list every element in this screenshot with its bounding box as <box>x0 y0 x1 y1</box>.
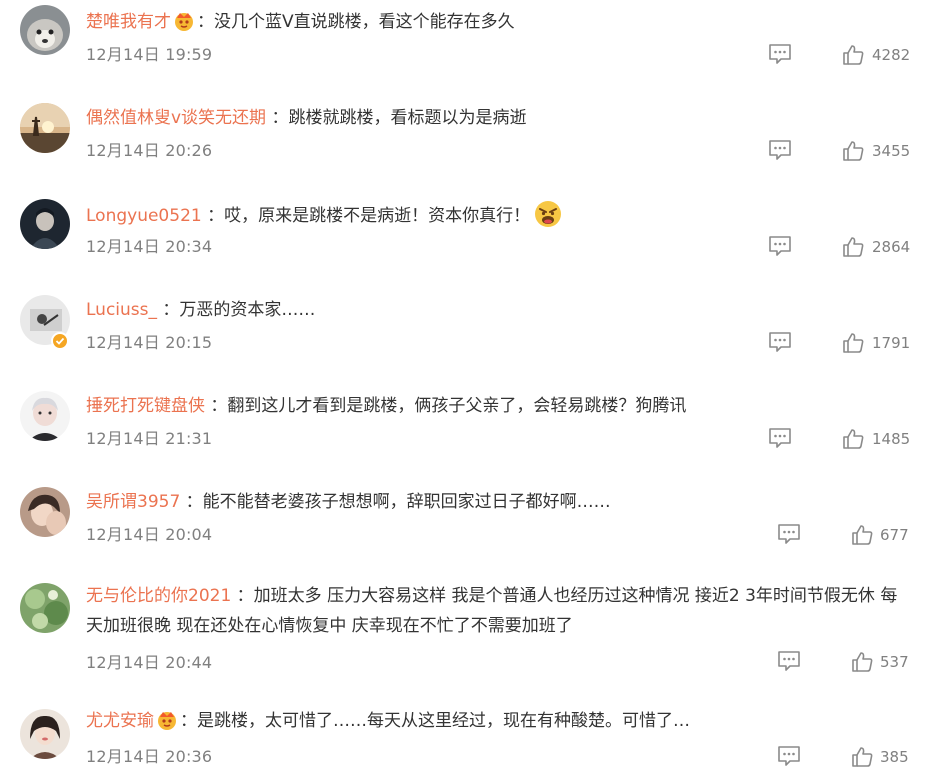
comment-item: 捶死打死键盘侠 ：翻到这儿才看到是跳楼，俩孩子父亲了，会轻易跳楼？狗腾讯 12月… <box>0 384 938 480</box>
comment-item: 楚唯我有才 ：没几个蓝V直说跳楼，看这个能存在多久 12月14日 19:59 42… <box>0 0 938 96</box>
comment-text-line: 偶然值林叟v谈笑无还期 ：跳楼就跳楼，看标题以为是病逝 <box>86 104 914 132</box>
comment-date: 12月14日 20:15 <box>86 333 213 352</box>
comment-text-line: 捶死打死键盘侠 ：翻到这儿才看到是跳楼，俩孩子父亲了，会轻易跳楼？狗腾讯 <box>86 392 914 420</box>
comment-date: 12月14日 20:04 <box>86 525 213 544</box>
thumbs-up-icon[interactable] <box>851 651 873 677</box>
comment-item: Luciuss_ ：万恶的资本家…… 12月14日 20:15 1791 <box>0 288 938 384</box>
comment-item: 无与伦比的你2021 ：加班太多 压力大容易这样 我是个普通人也经历过这种情况 … <box>0 576 938 694</box>
separator: ： <box>197 12 214 32</box>
separator: ： <box>205 396 228 416</box>
comment-text-line: Longyue0521 ：哎，原来是跳楼不是病逝！资本你真行！ <box>86 200 914 237</box>
vip-crown-badge-icon <box>173 11 195 40</box>
username-link[interactable]: 尤尤安瑜 <box>86 711 154 731</box>
like-count: 385 <box>880 748 909 766</box>
thumbs-up-icon[interactable] <box>851 746 873 772</box>
like-count: 3455 <box>872 142 911 160</box>
comment-date: 12月14日 20:34 <box>86 237 213 256</box>
username-link[interactable]: 无与伦比的你2021 <box>86 586 231 606</box>
username-link[interactable]: 捶死打死键盘侠 <box>86 396 205 416</box>
username-link[interactable]: Longyue0521 <box>86 206 202 226</box>
thumbs-up-icon[interactable] <box>851 524 873 550</box>
comment-icon[interactable] <box>768 139 792 165</box>
username-link[interactable]: Luciuss_ <box>86 300 157 320</box>
comment-item: Longyue0521 ：哎，原来是跳楼不是病逝！资本你真行！ 12月14日 2… <box>0 192 938 288</box>
thumbs-up-icon[interactable] <box>842 44 864 70</box>
comment-body: 跳楼就跳楼，看标题以为是病逝 <box>288 108 527 128</box>
verified-badge-icon <box>51 332 69 350</box>
avatar[interactable] <box>20 103 70 153</box>
comment-date: 12月14日 20:36 <box>86 747 213 766</box>
comment-date: 12月14日 21:31 <box>86 429 213 448</box>
username-link[interactable]: 偶然值林叟v谈笑无还期 <box>86 108 266 128</box>
comment-icon[interactable] <box>777 650 801 676</box>
comment-date: 12月14日 20:26 <box>86 141 213 160</box>
comment-icon[interactable] <box>777 745 801 771</box>
comment-body: 没几个蓝V直说跳楼，看这个能存在多久 <box>214 12 515 32</box>
avatar[interactable] <box>20 709 70 759</box>
like-count: 537 <box>880 653 909 671</box>
comment-body: 能不能替老婆孩子想想啊，辞职回家过日子都好啊…… <box>202 492 611 512</box>
like-count: 1791 <box>872 334 911 352</box>
comment-item: 吴所谓3957 ：能不能替老婆孩子想想啊，辞职回家过日子都好啊…… 12月14日… <box>0 480 938 576</box>
comment-body: 万恶的资本家…… <box>179 300 316 320</box>
separator: ： <box>231 586 254 606</box>
comment-text-line: 无与伦比的你2021 ：加班太多 压力大容易这样 我是个普通人也经历过这种情况 … <box>86 581 914 641</box>
comment-text-line: 吴所谓3957 ：能不能替老婆孩子想想啊，辞职回家过日子都好啊…… <box>86 488 914 516</box>
comment-icon[interactable] <box>768 427 792 453</box>
comment-item: 偶然值林叟v谈笑无还期 ：跳楼就跳楼，看标题以为是病逝 12月14日 20:26… <box>0 96 938 192</box>
comment-icon[interactable] <box>768 43 792 69</box>
comment-text-line: Luciuss_ ：万恶的资本家…… <box>86 296 914 324</box>
comment-body: 哎，原来是跳楼不是病逝！资本你真行！ <box>224 206 531 226</box>
avatar[interactable] <box>20 583 70 633</box>
comment-icon[interactable] <box>768 331 792 357</box>
comment-body: 是跳楼，太可惜了……每天从这里经过，现在有种酸楚。可惜了… <box>197 711 690 731</box>
separator: ： <box>180 711 197 731</box>
thumbs-up-icon[interactable] <box>842 140 864 166</box>
like-count: 4282 <box>872 46 911 64</box>
vip-crown-badge-icon <box>156 710 178 739</box>
avatar[interactable] <box>20 487 70 537</box>
like-count: 677 <box>880 526 909 544</box>
comment-item: 尤尤安瑜 ：是跳楼，太可惜了……每天从这里经过，现在有种酸楚。可惜了… 12月14… <box>0 700 938 776</box>
comment-text-line: 尤尤安瑜 ：是跳楼，太可惜了……每天从这里经过，现在有种酸楚。可惜了… <box>86 707 914 739</box>
separator: ： <box>157 300 180 320</box>
like-count: 1485 <box>872 430 911 448</box>
comment-date: 12月14日 20:44 <box>86 653 213 672</box>
comment-date: 12月14日 19:59 <box>86 45 213 64</box>
comment-icon[interactable] <box>768 235 792 261</box>
separator: ： <box>180 492 203 512</box>
separator: ： <box>201 206 225 226</box>
avatar[interactable] <box>20 5 70 55</box>
comment-text-line: 楚唯我有才 ：没几个蓝V直说跳楼，看这个能存在多久 <box>86 8 914 40</box>
thumbs-up-icon[interactable] <box>842 332 864 358</box>
avatar[interactable] <box>20 391 70 441</box>
like-count: 2864 <box>872 238 911 256</box>
angry-face-emoji-icon <box>534 200 562 237</box>
comment-icon[interactable] <box>777 523 801 549</box>
comment-body: 翻到这儿才看到是跳楼，俩孩子父亲了，会轻易跳楼？狗腾讯 <box>227 396 687 416</box>
thumbs-up-icon[interactable] <box>842 428 864 454</box>
username-link[interactable]: 吴所谓3957 <box>86 492 180 512</box>
thumbs-up-icon[interactable] <box>842 236 864 262</box>
avatar[interactable] <box>20 199 70 249</box>
separator: ： <box>266 108 289 128</box>
username-link[interactable]: 楚唯我有才 <box>86 12 171 32</box>
